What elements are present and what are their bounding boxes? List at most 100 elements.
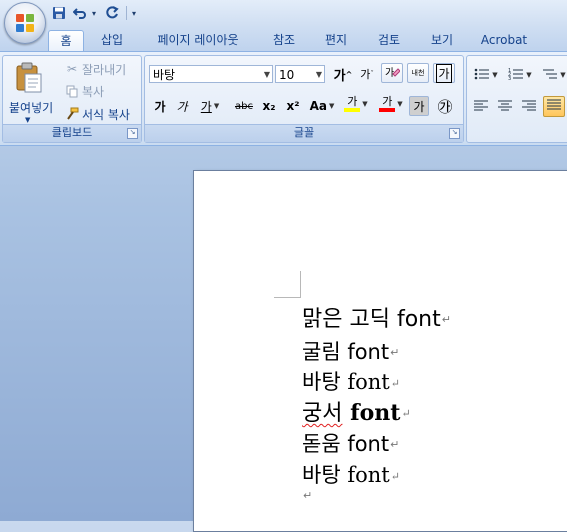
grow-font-button[interactable]: 가 ^ xyxy=(332,64,354,84)
tab-home[interactable]: 홈 xyxy=(48,30,84,52)
justify-button[interactable] xyxy=(543,96,565,117)
office-button[interactable] xyxy=(4,2,46,44)
font-name-combobox[interactable]: 바탕 ▼ xyxy=(149,65,273,83)
document-line-6[interactable]: 바탕 font↵ xyxy=(302,462,400,490)
shrink-font-button[interactable]: 가ˇ xyxy=(357,64,377,84)
phonetic-guide-label: 내천 xyxy=(411,69,425,77)
paste-dropdown-icon[interactable]: ▼ xyxy=(25,116,30,124)
paragraph-mark: ↵ xyxy=(303,489,313,502)
change-case-button[interactable]: Aa ▼ xyxy=(307,96,337,116)
change-case-dropdown-icon[interactable]: ▼ xyxy=(329,102,334,110)
justify-icon xyxy=(547,99,561,114)
highlighter-icon: 가 xyxy=(344,95,361,112)
multilevel-list-button[interactable]: ▼ xyxy=(539,65,567,85)
line-text: 굴림 font xyxy=(302,340,390,364)
character-border-button[interactable]: 가 xyxy=(433,63,455,83)
document-line-7[interactable]: ↵ xyxy=(302,489,312,503)
subscript-button[interactable]: x₂ xyxy=(259,96,279,116)
align-right-button[interactable] xyxy=(519,97,539,117)
align-left-button[interactable] xyxy=(471,97,491,117)
font-name-value: 바탕 xyxy=(153,68,176,82)
tab-mailings[interactable]: 편지 xyxy=(316,30,356,51)
paragraph-mark: ↵ xyxy=(390,469,400,483)
font-size-value: 10 xyxy=(279,68,295,82)
paste-button-label[interactable]: 붙여넣기 xyxy=(9,99,53,116)
document-line-1[interactable]: 맑은 고딕 font↵ xyxy=(302,307,451,333)
highlight-color-swatch xyxy=(344,108,361,112)
tab-insert[interactable]: 삽입 xyxy=(92,30,132,51)
align-center-icon xyxy=(498,100,512,115)
line-text: 맑은 고딕 font xyxy=(302,307,441,332)
superscript-button[interactable]: x² xyxy=(283,96,303,116)
document-line-4[interactable]: 궁서 font↵ xyxy=(302,400,411,427)
margin-corner-mark xyxy=(274,271,301,298)
line-text: 돋움 font xyxy=(302,432,390,456)
quick-access-toolbar: ▾ ▾ xyxy=(50,4,140,22)
paragraph-mark: ↵ xyxy=(390,376,400,390)
align-left-icon xyxy=(474,100,488,115)
highlight-letter: 가 xyxy=(347,95,358,108)
italic-button[interactable]: 가 xyxy=(173,96,191,116)
font-size-dropdown-icon[interactable]: ▼ xyxy=(316,66,322,84)
clipboard-group: 붙여넣기 ▼ ✂ 잘라내기 복사 서식 복사 클립보드 ↘ xyxy=(2,55,142,143)
tab-page-layout[interactable]: 페이지 레이아웃 xyxy=(148,30,248,51)
redo-icon[interactable] xyxy=(103,4,121,22)
line-text: 바탕 font xyxy=(302,370,390,394)
bullets-icon xyxy=(474,67,490,84)
format-painter-icon xyxy=(65,107,79,121)
paragraph-group: ▼ 1 2 3 ▼ ▼ xyxy=(466,55,567,143)
character-shading-button[interactable]: 가 xyxy=(409,96,429,116)
paste-icon[interactable] xyxy=(13,62,45,93)
strikethrough-button[interactable]: abc xyxy=(231,96,257,116)
tab-review[interactable]: 검토 xyxy=(368,30,410,51)
font-dialog-launcher-icon[interactable]: ↘ xyxy=(449,128,460,139)
cut-button[interactable]: ✂ 잘라내기 xyxy=(65,60,126,78)
format-painter-label: 서식 복사 xyxy=(82,107,130,122)
office-logo-icon xyxy=(16,14,34,32)
paragraph-mark: ↵ xyxy=(441,313,451,326)
font-group-label: 글꼴 xyxy=(145,124,463,142)
document-line-3[interactable]: 바탕 font↵ xyxy=(302,369,400,397)
clipboard-dialog-launcher-icon[interactable]: ↘ xyxy=(127,128,138,139)
svg-text:3: 3 xyxy=(508,76,511,81)
character-border-letter: 가 xyxy=(436,63,452,83)
multilevel-list-icon xyxy=(542,67,558,84)
clear-format-button[interactable]: 가 xyxy=(381,63,403,83)
tab-acrobat[interactable]: Acrobat xyxy=(474,30,534,51)
undo-icon[interactable] xyxy=(71,4,89,22)
numbering-dropdown-icon[interactable]: ▼ xyxy=(526,71,531,79)
underline-button[interactable]: 가 ▼ xyxy=(195,96,225,116)
bold-button[interactable]: 가 xyxy=(151,96,169,116)
phonetic-guide-button[interactable]: 내천 xyxy=(407,63,429,83)
svg-text:가: 가 xyxy=(385,67,394,79)
enclose-characters-button[interactable]: ㉮ xyxy=(435,96,455,116)
tab-view[interactable]: 보기 xyxy=(422,30,462,51)
format-painter-button[interactable]: 서식 복사 xyxy=(65,105,130,123)
line-text-korean: 궁서 xyxy=(302,401,343,426)
align-right-icon xyxy=(522,100,536,115)
numbering-button[interactable]: 1 2 3 ▼ xyxy=(505,65,535,85)
copy-button[interactable]: 복사 xyxy=(65,82,104,100)
font-color-button[interactable]: 가 ▼ xyxy=(375,94,407,114)
bullets-dropdown-icon[interactable]: ▼ xyxy=(492,71,497,79)
customize-qat-icon[interactable]: ▾ xyxy=(132,9,140,18)
save-icon[interactable] xyxy=(50,4,68,22)
highlight-dropdown-icon[interactable]: ▼ xyxy=(362,100,367,108)
paragraph-mark: ↵ xyxy=(390,346,400,359)
document-line-2[interactable]: 굴림 font↵ xyxy=(302,339,399,366)
font-color-dropdown-icon[interactable]: ▼ xyxy=(397,100,402,108)
copy-label: 복사 xyxy=(82,84,105,99)
document-page[interactable]: 맑은 고딕 font↵ 굴림 font↵ 바탕 font↵ 궁서 font↵ 돋… xyxy=(193,170,567,532)
font-size-combobox[interactable]: 10 ▼ xyxy=(275,65,325,83)
numbering-icon: 123 xyxy=(508,67,524,84)
align-center-button[interactable] xyxy=(495,97,515,117)
font-name-dropdown-icon[interactable]: ▼ xyxy=(264,66,270,84)
undo-dropdown-icon[interactable]: ▾ xyxy=(92,9,100,18)
document-line-5[interactable]: 돋움 font↵ xyxy=(302,431,399,458)
bullets-button[interactable]: ▼ xyxy=(471,65,501,85)
highlight-color-button[interactable]: 가 ▼ xyxy=(339,94,373,114)
title-bar: ▾ ▾ xyxy=(0,0,567,27)
tab-references[interactable]: 참조 xyxy=(262,30,306,51)
multilevel-list-dropdown-icon[interactable]: ▼ xyxy=(560,71,565,79)
underline-dropdown-icon[interactable]: ▼ xyxy=(214,102,219,110)
